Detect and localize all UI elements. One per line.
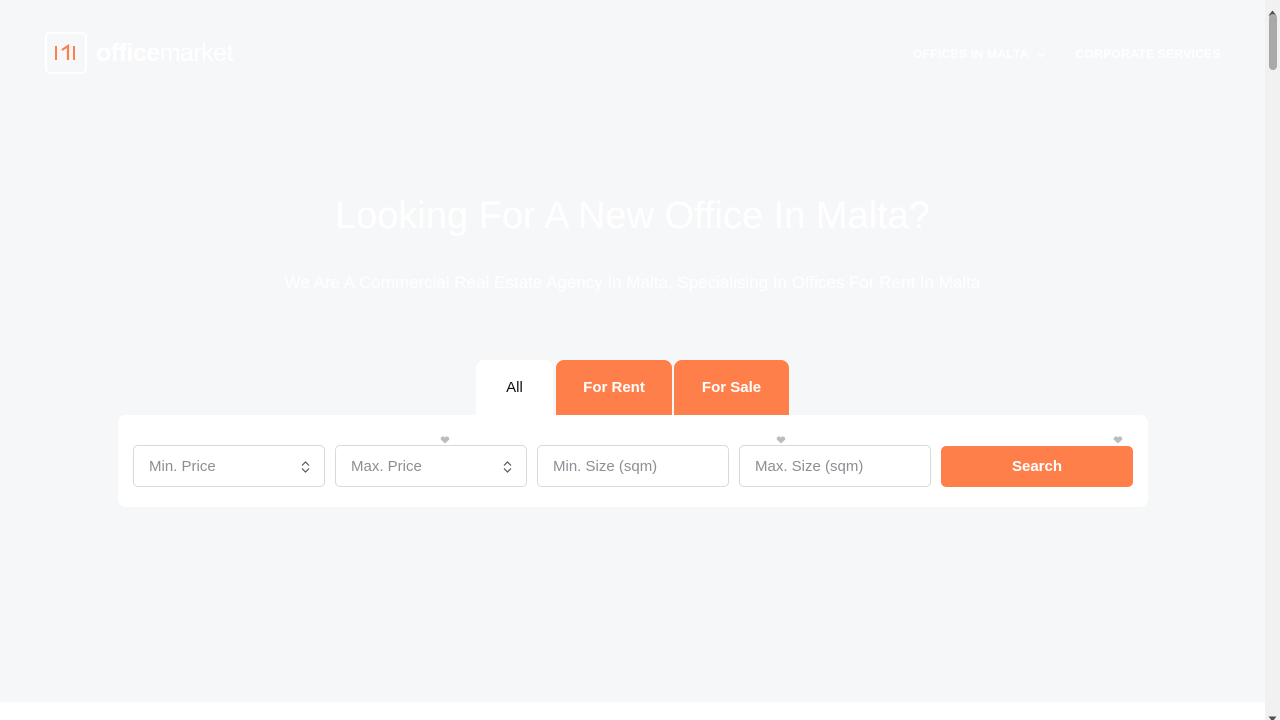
search-panel: Min. Price Max. Price Min. Size (sqm) Ma… xyxy=(118,415,1148,507)
max-price-placeholder: Max. Price xyxy=(351,457,422,475)
nav-offices-in-malta-label: OFFICES IN MALTA xyxy=(913,47,1029,61)
nav-offices-in-malta[interactable]: OFFICES IN MALTA xyxy=(913,47,1046,61)
page-background: officemarket OFFICES IN MALTA CORPORATE … xyxy=(0,0,1265,720)
scroll-down-arrow-icon[interactable] xyxy=(1268,709,1277,720)
up-down-arrows-icon xyxy=(301,460,310,477)
min-price-select[interactable]: Min. Price xyxy=(133,445,325,487)
min-price-placeholder: Min. Price xyxy=(149,457,216,475)
min-size-input[interactable]: Min. Size (sqm) xyxy=(537,445,729,487)
max-price-select[interactable]: Max. Price xyxy=(335,445,527,487)
logo-text-bold: office xyxy=(96,38,160,67)
hero-title: Looking For A New Office In Malta? xyxy=(335,195,930,237)
listing-type-tabs: All For Rent For Sale xyxy=(476,360,789,415)
site-logo[interactable]: officemarket xyxy=(45,32,234,74)
main-nav: OFFICES IN MALTA CORPORATE SERVICES xyxy=(913,47,1221,61)
max-size-input[interactable]: Max. Size (sqm) xyxy=(739,445,931,487)
tab-for-sale[interactable]: For Sale xyxy=(674,360,789,415)
max-size-placeholder: Max. Size (sqm) xyxy=(755,457,864,475)
search-button[interactable]: Search xyxy=(941,446,1133,487)
nav-corporate-services-label: CORPORATE SERVICES xyxy=(1075,47,1221,61)
next-section-edge xyxy=(0,702,1265,720)
page-scrollbar[interactable] xyxy=(1265,0,1280,720)
up-down-arrows-icon xyxy=(503,460,512,477)
logo-mark-icon xyxy=(45,32,87,74)
scrollbar-thumb[interactable] xyxy=(1269,14,1277,70)
nav-corporate-services[interactable]: CORPORATE SERVICES xyxy=(1076,47,1221,61)
chevron-down-icon xyxy=(1037,47,1046,61)
tab-all[interactable]: All xyxy=(476,360,553,415)
logo-text: officemarket xyxy=(96,38,234,68)
min-size-placeholder: Min. Size (sqm) xyxy=(553,457,658,475)
logo-text-light: market xyxy=(159,38,234,67)
hero-subtitle: We Are A Commercial Real Estate Agency I… xyxy=(284,273,981,292)
tab-for-rent[interactable]: For Rent xyxy=(556,360,672,415)
